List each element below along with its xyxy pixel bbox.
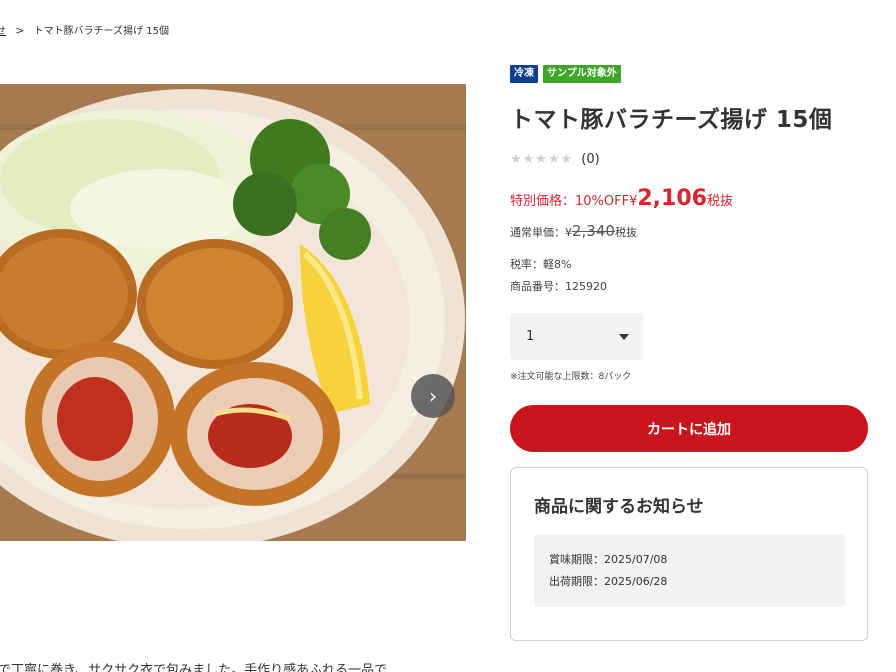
next-image-button[interactable]: › xyxy=(411,374,455,418)
add-to-cart-label: カートに追加 xyxy=(647,421,731,438)
special-price-amount: 2,106 xyxy=(637,186,707,211)
add-to-cart-button[interactable]: カートに追加 xyxy=(510,405,868,452)
chevron-right-icon: > xyxy=(15,24,25,37)
regular-price-amount: 2,340 xyxy=(572,222,615,240)
product-description: で丁寧に巻き、サクサク衣で包みました。手作り感あふれる一品で xyxy=(0,663,388,672)
quantity-limit-note: ※注文可能な上限数：8パック xyxy=(510,372,632,382)
breadcrumb: せ > トマト豚バラチーズ揚げ 15個 xyxy=(0,22,169,37)
notice-title: 商品に関するお知らせ xyxy=(534,497,704,517)
product-badges: 冷凍 サンプル対象外 xyxy=(510,65,621,83)
best-before-date: 賞味期限：2025/07/08 xyxy=(549,553,668,566)
product-image: › xyxy=(0,84,466,541)
product-title: トマト豚バラチーズ揚げ 15個 xyxy=(510,107,833,133)
product-rating: ★★★★★ (0) xyxy=(510,152,600,167)
product-notice: 商品に関するお知らせ 賞味期限：2025/07/08 出荷期限：2025/06/… xyxy=(510,467,868,641)
special-price-label: 特別価格：10%OFF¥ xyxy=(510,194,638,209)
review-count[interactable]: (0) xyxy=(581,152,599,167)
tax-rate: 税率：軽8% xyxy=(510,258,572,271)
regular-price-tax: 税抜 xyxy=(614,226,637,239)
quantity-value: 1 xyxy=(526,329,535,344)
caret-down-icon xyxy=(619,333,629,340)
breadcrumb-link[interactable]: せ xyxy=(0,26,6,37)
regular-price-label: 通常単価：¥ xyxy=(510,226,572,239)
rating-stars-icon[interactable]: ★★★★★ xyxy=(510,152,573,167)
notice-content: 賞味期限：2025/07/08 出荷期限：2025/06/28 xyxy=(534,534,845,607)
special-price: 特別価格：10%OFF¥2,106税抜 xyxy=(510,186,733,211)
special-price-tax: 税抜 xyxy=(706,194,733,209)
chevron-right-icon: › xyxy=(429,384,437,408)
item-number: 商品番号：125920 xyxy=(510,280,607,293)
breadcrumb-current: トマト豚バラチーズ揚げ 15個 xyxy=(33,26,169,37)
frozen-badge: 冷凍 xyxy=(510,65,538,83)
quantity-select[interactable]: 1 xyxy=(510,313,643,360)
regular-price: 通常単価：¥2,340税抜 xyxy=(510,222,637,240)
sample-excluded-badge: サンプル対象外 xyxy=(543,65,621,83)
shipping-deadline: 出荷期限：2025/06/28 xyxy=(549,575,668,588)
